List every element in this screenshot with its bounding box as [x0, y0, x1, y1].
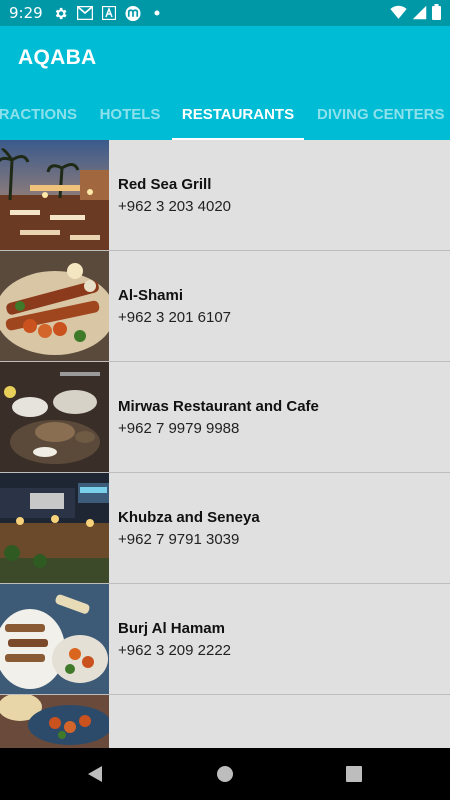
notification-icons	[53, 5, 165, 21]
app-m-icon	[125, 5, 141, 21]
restaurant-info: Al-Shami +962 3 201 6107	[118, 287, 231, 326]
tab-label: HOTELS	[99, 105, 161, 123]
restaurant-phone: +962 3 201 6107	[118, 308, 232, 326]
restaurant-name: Mirwas Restaurant and Cafe	[118, 397, 319, 415]
list-item[interactable]: Burj Al Hamam +962 3 209 2222	[0, 584, 450, 695]
restaurant-info: Mirwas Restaurant and Cafe +962 7 9979 9…	[118, 398, 319, 437]
restaurant-info: Burj Al Hamam +962 3 209 2222	[118, 620, 231, 659]
home-button[interactable]	[216, 764, 234, 789]
restaurant-name: Al-Shami	[118, 286, 184, 304]
home-icon	[217, 766, 233, 782]
tab-diving-centers[interactable]: DIVING CENTERS	[308, 88, 450, 140]
app-title: AQABA	[18, 46, 97, 69]
status-time: 9:29	[9, 4, 43, 22]
status-bar: 9:29	[0, 0, 450, 26]
restaurant-phone: +962 7 9979 9988	[118, 419, 240, 437]
restaurant-photo	[0, 140, 109, 250]
tab-restaurants[interactable]: RESTAURANTS	[172, 88, 304, 140]
signal-icon	[412, 5, 427, 24]
back-button[interactable]	[86, 764, 104, 789]
restaurant-info: Khubza and Seneya +962 7 9791 3039	[118, 509, 260, 548]
restaurant-phone: +962 3 209 2222	[118, 641, 232, 659]
app-bar: AQABA	[0, 26, 450, 88]
restaurant-photo	[0, 695, 109, 748]
restaurant-phone: +962 3 203 4020	[118, 197, 232, 215]
restaurant-list[interactable]: Red Sea Grill +962 3 203 4020 Al-Shami +…	[0, 140, 450, 748]
dot-icon	[149, 5, 165, 21]
tab-attractions[interactable]: RACTIONS	[0, 88, 77, 140]
tab-hotels[interactable]: HOTELS	[90, 88, 170, 140]
list-item[interactable]	[0, 695, 450, 748]
tab-label: RESTAURANTS	[181, 105, 295, 123]
restaurant-photo	[0, 473, 109, 583]
restaurant-photo	[0, 584, 109, 694]
list-item[interactable]: Al-Shami +962 3 201 6107	[0, 251, 450, 362]
list-item[interactable]: Khubza and Seneya +962 7 9791 3039	[0, 473, 450, 584]
back-icon	[88, 766, 102, 782]
gmail-icon	[76, 5, 93, 21]
battery-icon	[432, 4, 441, 24]
wifi-icon	[390, 5, 407, 24]
settings-icon	[53, 5, 69, 21]
recents-button[interactable]	[345, 764, 363, 789]
tab-bar: RACTIONS HOTELS RESTAURANTS DIVING CENTE…	[0, 88, 450, 140]
restaurant-name: Red Sea Grill	[118, 175, 212, 193]
tab-label: DIVING CENTERS	[317, 105, 445, 123]
restaurant-name: Burj Al Hamam	[118, 619, 225, 637]
restaurant-phone: +962 7 9791 3039	[118, 530, 240, 548]
restaurant-info: Red Sea Grill +962 3 203 4020	[118, 176, 231, 215]
tab-label: RACTIONS	[0, 105, 77, 123]
list-item[interactable]: Red Sea Grill +962 3 203 4020	[0, 140, 450, 251]
drive-icon	[101, 5, 117, 21]
recents-icon	[346, 766, 362, 782]
list-item[interactable]: Mirwas Restaurant and Cafe +962 7 9979 9…	[0, 362, 450, 473]
system-icons	[390, 4, 441, 24]
navigation-bar	[0, 748, 450, 800]
restaurant-photo	[0, 251, 109, 361]
restaurant-name: Khubza and Seneya	[118, 508, 260, 526]
restaurant-photo	[0, 362, 109, 472]
